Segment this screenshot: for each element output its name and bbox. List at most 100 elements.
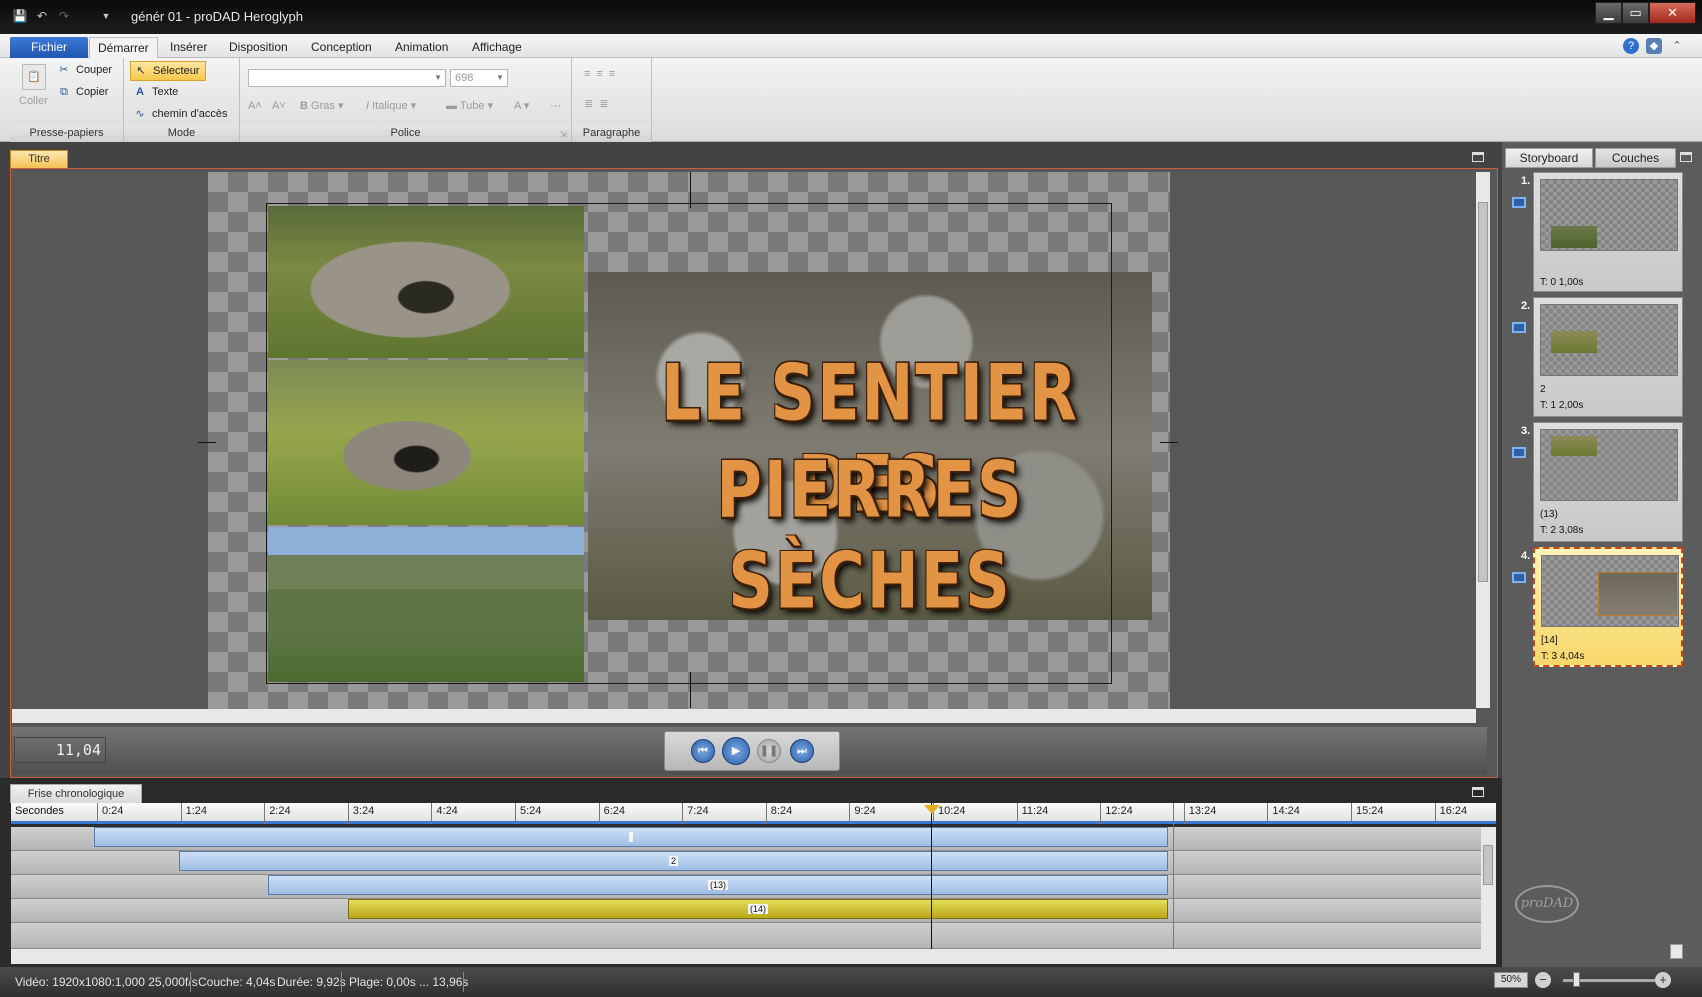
- text-mode-button[interactable]: A Texte: [132, 84, 178, 100]
- preview-maximize-icon[interactable]: [1472, 152, 1484, 162]
- tab-design[interactable]: Conception: [303, 37, 380, 58]
- storyboard-card-1[interactable]: T: 0 1,00s: [1533, 172, 1683, 292]
- go-to-start-button[interactable]: ⏮: [691, 739, 715, 763]
- bold-button[interactable]: B Gras ▾: [300, 98, 343, 114]
- tab-storyboard[interactable]: Storyboard: [1505, 148, 1593, 168]
- storyboard-card-4[interactable]: [14] T: 3 4,04s: [1533, 547, 1683, 667]
- status-separator: [463, 972, 464, 992]
- grow-font-icon[interactable]: A˄: [248, 98, 262, 114]
- redo-icon[interactable]: ↷: [56, 9, 72, 23]
- save-icon[interactable]: 💾: [12, 9, 28, 23]
- align-top-icon[interactable]: ≣: [584, 98, 599, 110]
- playhead-handle-icon[interactable]: [924, 805, 940, 814]
- font-dialog-launcher-icon[interactable]: ⇲: [559, 129, 567, 140]
- timeline-playhead[interactable]: [931, 803, 932, 949]
- track-row[interactable]: [11, 827, 1481, 851]
- timeline-clip-4[interactable]: (14): [348, 899, 1168, 919]
- copy-button[interactable]: ⧉ Copier: [56, 84, 108, 100]
- track-row[interactable]: (13): [11, 875, 1481, 899]
- play-button[interactable]: ▶: [722, 737, 750, 765]
- scrollbar-thumb[interactable]: [1483, 845, 1493, 885]
- monitor-icon[interactable]: [1512, 322, 1526, 333]
- path-mode-button[interactable]: ∿ chemin d'accès: [132, 106, 227, 122]
- timeline-clip-3[interactable]: (13): [268, 875, 1168, 895]
- status-separator: [190, 972, 191, 992]
- timeline-end-marker[interactable]: [1173, 803, 1174, 949]
- quick-access-dropdown-icon[interactable]: ▼: [98, 9, 114, 23]
- ruler-tick-label: 16:24: [1434, 803, 1467, 824]
- preview-horizontal-scrollbar[interactable]: [12, 709, 1476, 723]
- minimize-button[interactable]: ▁: [1595, 2, 1622, 24]
- align-left-icon[interactable]: ≡: [584, 68, 596, 80]
- zoom-slider-thumb[interactable]: [1573, 972, 1580, 987]
- storyboard-name: 2: [1540, 384, 1546, 395]
- storyboard-name: (13): [1540, 509, 1558, 520]
- timeline-maximize-icon[interactable]: [1472, 787, 1484, 797]
- close-button[interactable]: ✕: [1649, 2, 1696, 24]
- clip-label: (13): [707, 880, 728, 890]
- cut-button[interactable]: ✂ Couper: [56, 62, 112, 78]
- tab-start[interactable]: Démarrer: [89, 37, 158, 58]
- storyboard-maximize-icon[interactable]: [1680, 152, 1692, 162]
- tab-title[interactable]: Titre: [10, 150, 68, 168]
- tab-animation[interactable]: Animation: [387, 37, 456, 58]
- monitor-icon[interactable]: [1512, 197, 1526, 208]
- status-separator: [341, 972, 342, 992]
- undo-icon[interactable]: ↶: [34, 9, 50, 23]
- ruler-tick-label: 12:24: [1100, 803, 1133, 824]
- tab-layout[interactable]: Disposition: [221, 37, 296, 58]
- maximize-button[interactable]: ▭: [1622, 2, 1649, 24]
- thumbnail-image: [1551, 226, 1597, 248]
- monitor-icon[interactable]: [1512, 572, 1526, 583]
- zoom-level[interactable]: 50%: [1494, 972, 1528, 988]
- group-font: ▼ 698 ▼ A˄ A˅ B Gras ▾ I Italique ▾ ▬ Tub…: [240, 58, 572, 142]
- new-page-icon[interactable]: [1670, 944, 1683, 959]
- preview-vertical-scrollbar[interactable]: [1476, 172, 1490, 708]
- tube-button[interactable]: ▬ Tube ▾: [446, 98, 493, 114]
- group-clipboard: 📋 Coller ✂ Couper ⧉ Copier Presse-papiers: [10, 58, 124, 142]
- ruler-tick-label: 7:24: [682, 803, 709, 824]
- thumbnail-image: [1551, 436, 1597, 456]
- font-size-combo[interactable]: 698 ▼: [450, 69, 508, 87]
- tab-view[interactable]: Affichage: [464, 37, 530, 58]
- font-color-button[interactable]: A ▾: [514, 98, 529, 114]
- zoom-in-icon[interactable]: +: [1655, 972, 1671, 988]
- more-font-options-icon[interactable]: ⋯: [550, 98, 561, 114]
- align-buttons[interactable]: ≡≡≡: [584, 66, 621, 82]
- italic-button[interactable]: I Italique ▾: [366, 98, 416, 114]
- shrink-font-icon[interactable]: A˅: [272, 98, 286, 114]
- go-to-end-button[interactable]: ⏭: [790, 739, 814, 763]
- tab-insert[interactable]: Insérer: [162, 37, 215, 58]
- ribbon: 📋 Coller ✂ Couper ⧉ Copier Presse-papiers …: [0, 58, 1702, 142]
- storyboard-card-2[interactable]: 2 T: 1 2,00s: [1533, 297, 1683, 417]
- tab-timeline[interactable]: Frise chronologique: [10, 784, 142, 803]
- align-center-icon[interactable]: ≡: [596, 68, 608, 80]
- selector-button[interactable]: ↖ Sélecteur: [130, 61, 207, 81]
- selector-label: Sélecteur: [153, 65, 200, 77]
- align-right-icon[interactable]: ≡: [609, 68, 621, 80]
- tab-file[interactable]: Fichier: [10, 37, 88, 58]
- zoom-out-icon[interactable]: −: [1535, 972, 1551, 988]
- align-bottom-icon[interactable]: ≣: [599, 98, 614, 110]
- skip-forward-icon: ⏭: [797, 745, 807, 757]
- font-family-combo[interactable]: ▼: [248, 69, 446, 87]
- settings-icon[interactable]: ◆: [1646, 38, 1662, 54]
- guide-mark-top: [690, 172, 691, 208]
- font-color-icon: A: [514, 100, 521, 112]
- timeline-clip-1[interactable]: [94, 827, 1168, 847]
- track-row[interactable]: (14): [11, 899, 1481, 923]
- paste-button[interactable]: Coller: [19, 93, 48, 109]
- monitor-icon[interactable]: [1512, 447, 1526, 458]
- tab-layers[interactable]: Couches: [1595, 148, 1676, 168]
- help-icon[interactable]: ?: [1623, 38, 1639, 54]
- pause-button[interactable]: ❚❚: [757, 739, 781, 763]
- timeline-horizontal-scrollbar[interactable]: [11, 949, 1496, 964]
- track-row[interactable]: 2: [11, 851, 1481, 875]
- storyboard-card-3[interactable]: (13) T: 2 3,08s: [1533, 422, 1683, 542]
- scrollbar-thumb[interactable]: [1478, 202, 1488, 582]
- collapse-ribbon-icon[interactable]: ⌃: [1669, 38, 1685, 54]
- timeline-vertical-scrollbar[interactable]: [1481, 827, 1496, 949]
- track-row[interactable]: [11, 923, 1481, 949]
- valign-buttons[interactable]: ≣≣: [584, 96, 614, 112]
- timeline-clip-2[interactable]: 2: [179, 851, 1168, 871]
